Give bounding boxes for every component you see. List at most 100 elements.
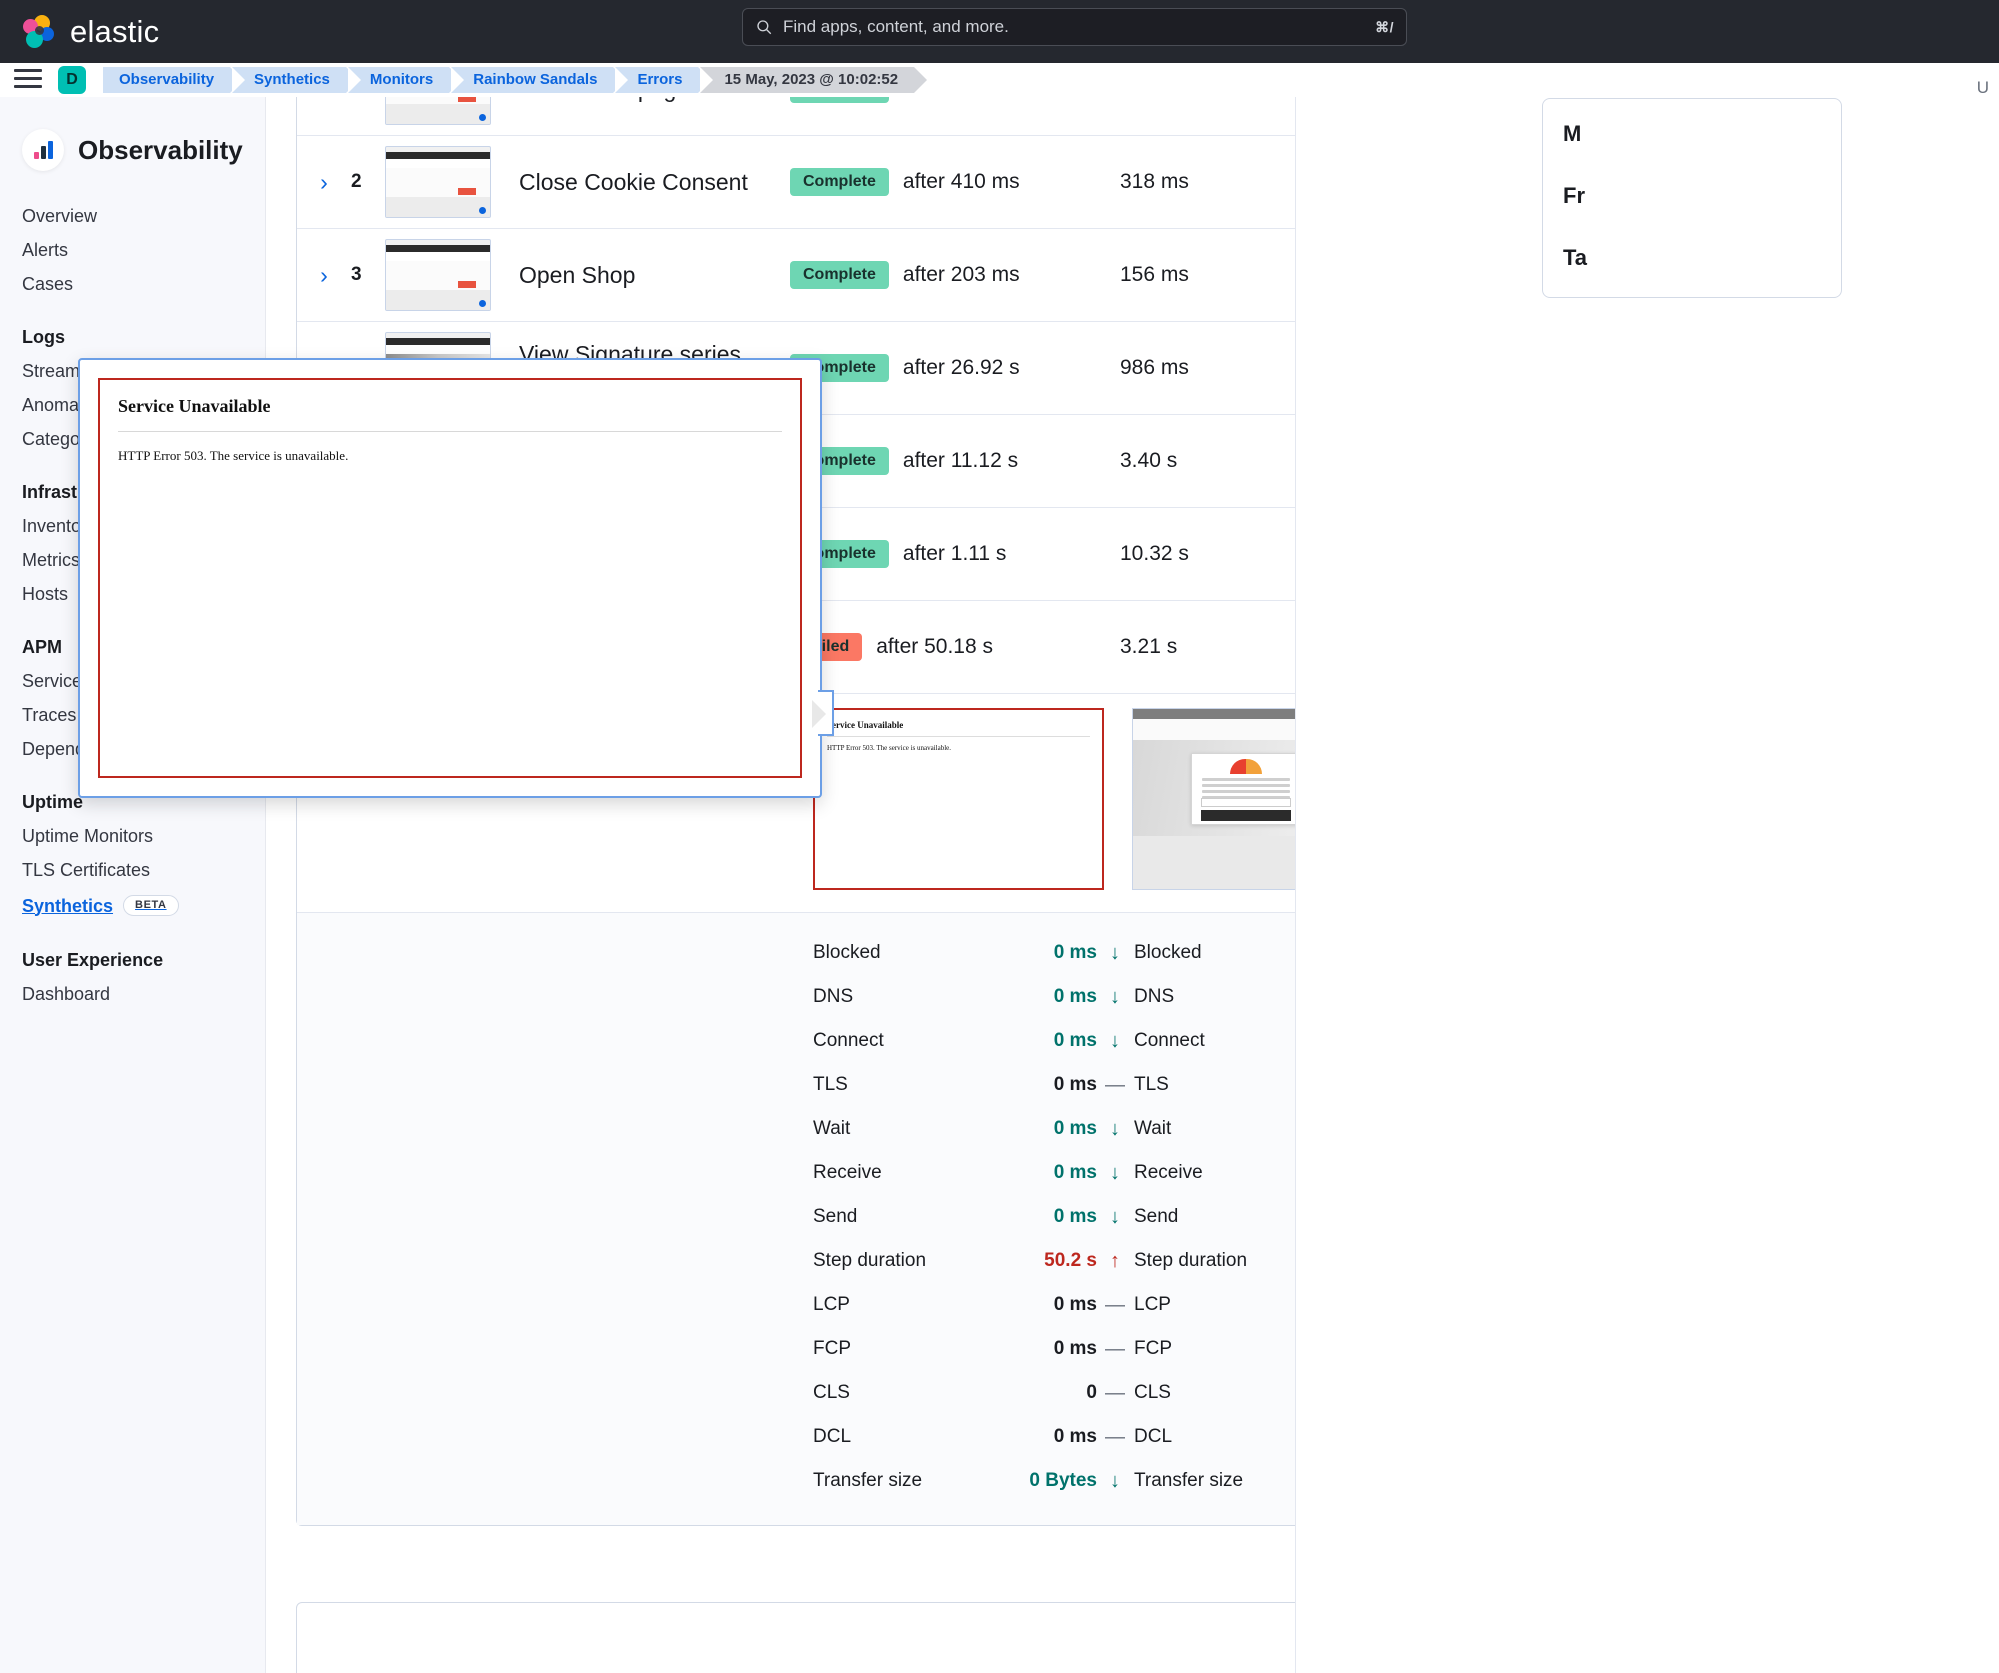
sidebar-item-dashboard[interactable]: Dashboard (22, 977, 265, 1011)
metric-label: Transfer size (1134, 1470, 1244, 1491)
metric-row: Receive 0 ms ↓ (813, 1151, 1133, 1195)
sidebar-item-synthetics[interactable]: Synthetics BETA (22, 887, 265, 924)
metric-label: FCP (1134, 1338, 1172, 1359)
step-after-time: after 1.11 s (902, 542, 1007, 565)
newsletter-modal (1191, 753, 1301, 825)
metric-value: 0 (1086, 1382, 1097, 1403)
metric-value: 0 ms (1053, 1294, 1097, 1315)
metric-trend-icon: — (1105, 1073, 1125, 1096)
screenshot-preview-popover: Service Unavailable HTTP Error 503. The … (78, 358, 834, 798)
menu-toggle-icon[interactable] (14, 68, 42, 91)
breadcrumb-item-synthetics[interactable]: Synthetics (232, 66, 359, 93)
metric-label: Step duration (813, 1250, 927, 1271)
chevron-right-icon[interactable]: › (297, 262, 351, 289)
step-thumbnail[interactable] (385, 239, 491, 311)
step-number: 2 (351, 171, 362, 192)
step-thumbnail[interactable] (385, 97, 491, 125)
metric-label: Step duration (1134, 1250, 1248, 1271)
metric-value: 0 Bytes (1029, 1470, 1097, 1491)
sidebar-item-tls-certificates[interactable]: TLS Certificates (22, 853, 265, 887)
metric-label: CLS (813, 1382, 850, 1403)
status-badge: Complete (790, 261, 889, 289)
sidebar-item-beta-badge: BETA (123, 895, 179, 916)
join-button[interactable] (1201, 810, 1291, 821)
chevron-right-icon[interactable]: › (297, 169, 351, 196)
metric-label: DCL (1134, 1426, 1173, 1447)
right-rail-header-label: U (1976, 78, 1989, 97)
metric-row: Wait 0 ms ↓ (813, 1107, 1133, 1151)
screenshot-preview-frame: Service Unavailable HTTP Error 503. The … (98, 378, 802, 778)
step-after-time: after 2.60 s (903, 97, 1008, 101)
observability-sidebar: Observability Overview Alerts Cases Logs Str… (0, 97, 266, 1673)
breadcrumb-item-observability[interactable]: Observability (103, 66, 244, 93)
metric-trend-icon: — (1105, 1293, 1125, 1316)
metric-label: LCP (813, 1294, 850, 1315)
global-search-field[interactable]: Find apps, content, and more. ⌘/ (742, 8, 1407, 46)
sidebar-item-alerts[interactable]: Alerts (22, 233, 265, 267)
metric-row: Blocked 0 ms ↓ (813, 931, 1133, 975)
metric-trend-icon: — (1105, 1337, 1125, 1360)
email-field[interactable] (1201, 798, 1291, 807)
step-status: Failed after 50.18 s (790, 633, 1120, 661)
sidebar-item-uptime-monitors[interactable]: Uptime Monitors (22, 819, 265, 853)
metric-value: 0 ms (1053, 1426, 1097, 1447)
sidebar-item-label: Alerts (22, 240, 69, 260)
right-rail-line: M (1563, 121, 1582, 146)
metric-label: Transfer size (813, 1470, 923, 1491)
metric-label: Blocked (1134, 942, 1202, 963)
sidebar-item-overview[interactable]: Overview (22, 199, 265, 233)
step-name: Load Homepage (491, 97, 790, 103)
metrics-column-first: Blocked 0 ms ↓ DNS 0 ms ↓ Connect 0 ms ↓ TLS 0 ms —… (813, 931, 1133, 1503)
space-avatar[interactable]: D (58, 65, 86, 94)
metric-label: Send (1134, 1206, 1179, 1227)
metric-label: DNS (1134, 986, 1175, 1007)
status-badge: Complete (790, 168, 889, 196)
elastic-brand[interactable]: elastic (22, 14, 159, 50)
breadcrumb-item-rainbow-sandals[interactable]: Rainbow Sandals (451, 66, 627, 93)
breadcrumb-item-monitors[interactable]: Monitors (347, 66, 463, 93)
metric-row: DCL 0 ms — (813, 1415, 1133, 1459)
failed-screenshot-body: HTTP Error 503. The service is unavailab… (827, 744, 952, 752)
metric-value: 0 ms (1053, 1074, 1097, 1095)
sidebar-item-label: Synthetics (22, 895, 114, 916)
metric-trend-icon: ↓ (1110, 985, 1120, 1008)
metric-row: TLS 0 ms — (813, 1063, 1133, 1107)
step-status: Complete after 26.92 s (790, 354, 1120, 382)
metric-trend-icon: — (1105, 1425, 1125, 1448)
metric-value: 0 ms (1053, 1162, 1097, 1183)
observability-logo-icon (22, 129, 64, 171)
breadcrumb-item-15-may-2023-10-02-52: 15 May, 2023 @ 10:02:52 (700, 66, 927, 93)
step-status: Complete after 2.60 s (790, 97, 1120, 103)
sidebar-header: Observability (0, 97, 265, 171)
sidebar-item-label: Metrics (22, 550, 80, 570)
sidebar-group-user-experience: User Experience (22, 950, 164, 970)
sidebar-item-cases[interactable]: Cases (22, 267, 265, 301)
step-status: Complete after 1.11 s (790, 540, 1120, 568)
right-rail-line: Fr (1563, 183, 1585, 208)
metric-label: DNS (813, 986, 854, 1007)
step-after-time: after 410 ms (902, 170, 1020, 193)
divider (827, 736, 1090, 737)
breadcrumb-item-errors[interactable]: Errors (615, 66, 712, 93)
right-rail-card: M Fr Ta (1542, 98, 1842, 298)
metric-label: Receive (813, 1162, 882, 1183)
sidebar-item-label: Hosts (22, 584, 69, 604)
metric-trend-icon: ↓ (1110, 1161, 1120, 1184)
metric-label: TLS (813, 1074, 848, 1095)
chevron-right-icon[interactable]: › (297, 97, 351, 103)
status-badge: Complete (790, 97, 889, 103)
metric-label: Wait (1134, 1118, 1172, 1139)
metric-label: Wait (813, 1118, 851, 1139)
step-status: Complete after 203 ms (790, 261, 1120, 289)
breadcrumb: Observability Synthetics Monitors Rainbow S… (103, 66, 927, 93)
sidebar-item-label: Traces (22, 705, 77, 725)
global-search-placeholder: Find apps, content, and more. (783, 17, 1009, 36)
failed-screenshot[interactable]: Service Unavailable HTTP Error 503. The s… (813, 708, 1104, 890)
preview-divider (118, 431, 782, 432)
metric-trend-icon: ↓ (1110, 1205, 1120, 1228)
step-thumbnail[interactable] (385, 146, 491, 218)
metric-label: TLS (1134, 1074, 1169, 1095)
right-rail: M Fr Ta (1295, 97, 1842, 1673)
metric-label: Connect (1134, 1030, 1205, 1051)
metric-row: Connect 0 ms ↓ (813, 1019, 1133, 1063)
